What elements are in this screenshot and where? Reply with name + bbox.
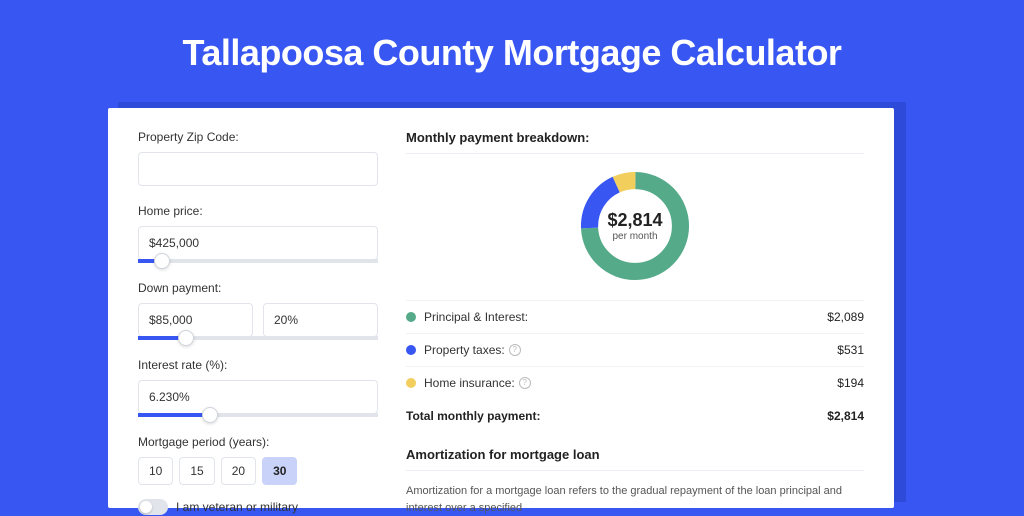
veteran-row: I am veteran or military	[138, 499, 378, 515]
dot-principal	[406, 312, 416, 322]
rate-label: Interest rate (%):	[138, 358, 378, 372]
total-row: Total monthly payment: $2,814	[406, 399, 864, 433]
period-btn-10[interactable]: 10	[138, 457, 173, 485]
divider	[406, 153, 864, 154]
downpayment-pct-input[interactable]	[263, 303, 378, 337]
info-icon[interactable]: ?	[509, 344, 521, 356]
rate-slider-thumb[interactable]	[202, 407, 218, 423]
legend-taxes-label: Property taxes:	[424, 343, 505, 357]
dot-insurance	[406, 378, 416, 388]
period-btn-20[interactable]: 20	[221, 457, 256, 485]
field-downpayment: Down payment:	[138, 281, 378, 340]
breakdown-column: Monthly payment breakdown: $2,814 per mo…	[406, 130, 864, 508]
donut-center: $2,814 per month	[575, 166, 695, 286]
amort-title: Amortization for mortgage loan	[406, 447, 864, 462]
zip-label: Property Zip Code:	[138, 130, 378, 144]
donut-chart-wrap: $2,814 per month	[406, 166, 864, 286]
donut-sub: per month	[612, 231, 657, 242]
legend-taxes-value: $531	[837, 343, 864, 357]
period-btn-15[interactable]: 15	[179, 457, 214, 485]
rate-slider[interactable]	[138, 413, 378, 417]
breakdown-title: Monthly payment breakdown:	[406, 130, 864, 145]
divider	[406, 470, 864, 471]
field-rate: Interest rate (%):	[138, 358, 378, 417]
calculator-panel: Property Zip Code: Home price: Down paym…	[108, 108, 894, 508]
toggle-knob	[140, 501, 152, 513]
period-btn-30[interactable]: 30	[262, 457, 297, 485]
dot-taxes	[406, 345, 416, 355]
total-value: $2,814	[827, 409, 864, 423]
downpayment-input[interactable]	[138, 303, 253, 337]
downpayment-label: Down payment:	[138, 281, 378, 295]
period-button-group: 10 15 20 30	[138, 457, 378, 485]
field-homeprice: Home price:	[138, 204, 378, 263]
legend-principal: Principal & Interest: $2,089	[406, 300, 864, 333]
legend-insurance-label: Home insurance:	[424, 376, 515, 390]
legend-taxes: Property taxes: ? $531	[406, 333, 864, 366]
field-zip: Property Zip Code:	[138, 130, 378, 186]
total-label: Total monthly payment:	[406, 409, 827, 423]
banner-shadow: Property Zip Code: Home price: Down paym…	[118, 102, 906, 502]
homeprice-input[interactable]	[138, 226, 378, 260]
period-label: Mortgage period (years):	[138, 435, 378, 449]
legend-principal-label: Principal & Interest:	[424, 310, 528, 324]
homeprice-slider-thumb[interactable]	[154, 253, 170, 269]
info-icon[interactable]: ?	[519, 377, 531, 389]
amortization-section: Amortization for mortgage loan Amortizat…	[406, 447, 864, 516]
downpayment-slider[interactable]	[138, 336, 378, 340]
donut-chart: $2,814 per month	[575, 166, 695, 286]
legend-insurance-value: $194	[837, 376, 864, 390]
field-period: Mortgage period (years): 10 15 20 30	[138, 435, 378, 485]
veteran-toggle[interactable]	[138, 499, 168, 515]
amort-text: Amortization for a mortgage loan refers …	[406, 483, 864, 516]
legend-insurance: Home insurance: ? $194	[406, 366, 864, 399]
homeprice-slider[interactable]	[138, 259, 378, 263]
legend-principal-value: $2,089	[827, 310, 864, 324]
zip-input[interactable]	[138, 152, 378, 186]
page-title: Tallapoosa County Mortgage Calculator	[0, 0, 1024, 102]
inputs-column: Property Zip Code: Home price: Down paym…	[138, 130, 378, 508]
donut-amount: $2,814	[607, 210, 662, 231]
downpayment-slider-thumb[interactable]	[178, 330, 194, 346]
homeprice-label: Home price:	[138, 204, 378, 218]
rate-input[interactable]	[138, 380, 378, 414]
